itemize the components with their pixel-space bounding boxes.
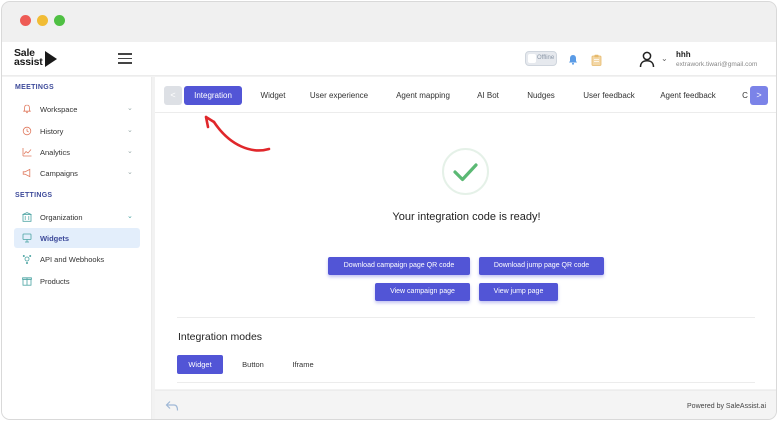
tab-truncated[interactable]: C (740, 86, 750, 105)
sidebar-item-organization[interactable]: Organization ⌄ (14, 207, 140, 227)
sidebar-item-analytics[interactable]: Analytics ⌄ (14, 142, 140, 162)
history-icon (22, 126, 32, 136)
tab-user-experience[interactable]: User experience (307, 86, 371, 105)
menu-toggle-icon[interactable] (118, 53, 132, 64)
logo-line-2: assist (14, 56, 43, 68)
view-campaign-page-button[interactable]: View campaign page (375, 283, 470, 301)
sidebar-item-widgets[interactable]: Widgets (14, 228, 140, 248)
user-email: extrawork.tiwari@gmail.com (676, 61, 758, 68)
section-divider (177, 317, 755, 318)
section-divider (177, 382, 755, 383)
tab-integration[interactable]: Integration (184, 86, 242, 105)
powered-by-text: Powered by SaleAssist.ai (687, 403, 766, 410)
campaign-icon (22, 168, 31, 178)
sidebar-item-label: Products (40, 277, 70, 286)
view-jump-page-button[interactable]: View jump page (479, 283, 558, 301)
sidebar-item-label: Analytics (40, 148, 71, 157)
app-header: Sale assist Offline ⌄ hhh extrawork.tiwa… (2, 42, 776, 76)
integration-modes-title: Integration modes (178, 331, 263, 343)
sidebar-item-history[interactable]: History ⌄ (14, 121, 140, 141)
sidebar-section-settings: SETTINGS (15, 192, 53, 199)
sidebar-item-products[interactable]: Products (14, 271, 140, 291)
chevron-down-icon[interactable]: ⌄ (661, 54, 668, 63)
tabs-prev-button[interactable]: < (164, 86, 182, 105)
window-titlebar (2, 2, 776, 42)
sidebar-item-label: Widgets (40, 234, 70, 243)
tabs-next-button[interactable]: > (750, 86, 768, 105)
annotation-arrow-icon (204, 115, 271, 152)
api-icon (22, 255, 32, 264)
chevron-down-icon: ⌄ (127, 213, 133, 220)
tab-agent-feedback[interactable]: Agent feedback (655, 86, 721, 105)
close-window-button[interactable] (20, 15, 31, 26)
toggle-knob (528, 54, 536, 63)
status-toggle-label: Offline (537, 55, 555, 61)
sidebar-item-campaigns[interactable]: Campaigns ⌄ (14, 163, 140, 183)
tab-widget[interactable]: Widget (253, 86, 293, 105)
mode-tab-widget[interactable]: Widget (177, 355, 223, 374)
chevron-down-icon: ⌄ (127, 148, 133, 155)
mode-tab-button[interactable]: Button (235, 355, 271, 374)
sidebar-item-label: History (40, 127, 64, 136)
sidebar-item-label: Workspace (40, 105, 78, 114)
browser-window: Sale assist Offline ⌄ hhh extrawork.tiwa… (1, 1, 777, 420)
tab-ai-bot[interactable]: AI Bot (473, 86, 503, 105)
mode-tab-iframe[interactable]: Iframe (285, 355, 321, 374)
user-name: hhh (676, 50, 691, 59)
chevron-down-icon: ⌄ (127, 169, 133, 176)
bell-icon (23, 104, 31, 114)
sidebar-section-meetings: MEETINGS (15, 84, 54, 91)
widget-icon (22, 233, 32, 243)
play-logo-icon (45, 51, 57, 67)
products-icon (22, 277, 32, 286)
tab-nudges[interactable]: Nudges (522, 86, 560, 105)
tab-user-feedback[interactable]: User feedback (577, 86, 641, 105)
sidebar-item-label: Campaigns (40, 169, 78, 178)
back-arrow-icon[interactable] (165, 400, 179, 412)
sidebar: MEETINGS Workspace ⌄ History ⌄ Analytics… (2, 77, 152, 419)
organization-icon (22, 212, 32, 222)
sidebar-item-api-webhooks[interactable]: API and Webhooks (14, 249, 140, 269)
sidebar-item-workspace[interactable]: Workspace ⌄ (14, 99, 140, 119)
sidebar-item-label: API and Webhooks (40, 255, 105, 264)
chevron-down-icon: ⌄ (127, 127, 133, 134)
footer: Powered by SaleAssist.ai (155, 390, 776, 419)
sidebar-item-label: Organization (40, 213, 83, 222)
integration-ready-message: Your integration code is ready! (392, 211, 541, 223)
maximize-window-button[interactable] (54, 15, 65, 26)
download-jump-qr-button[interactable]: Download jump page QR code (479, 257, 604, 275)
notification-bell-icon[interactable] (568, 54, 578, 65)
chevron-down-icon: ⌄ (127, 105, 133, 112)
download-campaign-qr-button[interactable]: Download campaign page QR code (328, 257, 470, 275)
tab-agent-mapping[interactable]: Agent mapping (392, 86, 454, 105)
clipboard-icon[interactable] (591, 54, 602, 66)
user-avatar-icon[interactable] (639, 51, 655, 68)
analytics-icon (22, 148, 32, 157)
success-check-icon (442, 148, 489, 195)
minimize-window-button[interactable] (37, 15, 48, 26)
online-status-toggle[interactable]: Offline (525, 51, 557, 66)
saleassist-logo[interactable]: Sale assist (14, 48, 57, 68)
